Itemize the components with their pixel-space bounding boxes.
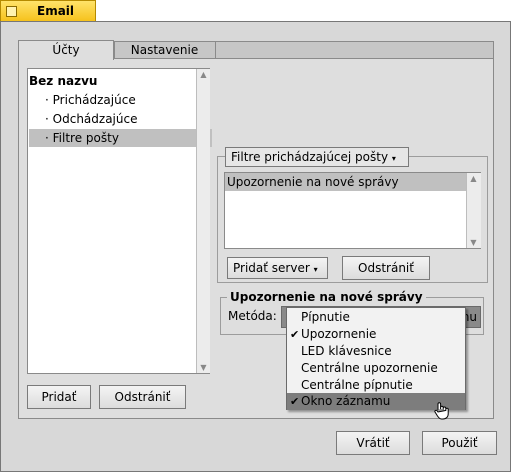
menu-item-label: Centrálne pípnutie xyxy=(301,378,413,392)
account-item[interactable]: Bez nazvu xyxy=(29,72,196,90)
scroll-up-icon[interactable]: ▲ xyxy=(198,70,209,79)
check-icon: ✔ xyxy=(290,328,300,341)
subitem-label: Filtre pošty xyxy=(52,131,119,145)
subitem-label: Odchádzajúce xyxy=(52,112,138,126)
tab-settings[interactable]: Nastavenie xyxy=(114,41,216,59)
chevron-down-icon: ▾ xyxy=(313,265,318,274)
account-subitem-incoming[interactable]: · Prichádzajúce xyxy=(29,91,212,109)
bullet: · xyxy=(45,112,49,126)
menu-item-beep[interactable]: Pípnutie xyxy=(287,309,465,326)
remove-account-button[interactable]: Odstrániť xyxy=(99,385,186,409)
filter-scrollbar[interactable]: ▲ ▼ xyxy=(466,173,481,248)
accounts-scrollbar[interactable]: ▲ ▼ xyxy=(196,69,210,373)
account-subitem-filters[interactable]: · Filtre pošty xyxy=(29,129,212,147)
notify-group-title: Upozornenie na nové správy xyxy=(227,290,426,304)
remove-filter-button[interactable]: Odstrániť xyxy=(342,256,430,280)
method-label: Metóda: xyxy=(228,309,277,323)
add-account-button[interactable]: Pridať xyxy=(27,385,91,409)
menu-item-label: LED klávesnice xyxy=(301,344,392,358)
chevron-down-icon: ▾ xyxy=(391,154,396,163)
menu-item-central-beep[interactable]: Centrálne pípnutie xyxy=(287,377,465,394)
check-icon: ✔ xyxy=(290,395,300,408)
filter-type-label: Filtre prichádzajúcej pošty xyxy=(231,150,389,164)
bullet: · xyxy=(45,93,49,107)
add-server-label: Pridať server xyxy=(233,261,310,275)
tab-accounts[interactable]: Účty xyxy=(18,40,114,60)
menu-item-keyboard-led[interactable]: LED klávesnice xyxy=(287,343,465,360)
scroll-down-icon[interactable]: ▼ xyxy=(198,363,209,372)
menu-item-label: Upozornenie xyxy=(301,327,377,341)
scroll-down-icon[interactable]: ▼ xyxy=(468,238,479,247)
scroll-up-icon[interactable]: ▲ xyxy=(468,174,479,183)
window-close-box[interactable] xyxy=(6,6,17,17)
window-title: Email xyxy=(37,4,75,18)
apply-button[interactable]: Použiť xyxy=(422,431,497,455)
filter-list-item[interactable]: Upozornenie na nové správy xyxy=(225,173,466,191)
menu-item-label: Pípnutie xyxy=(301,310,350,324)
menu-item-alert[interactable]: ✔ Upozornenie xyxy=(287,326,465,343)
account-name: Bez nazvu xyxy=(29,74,98,88)
filter-type-dropdown[interactable]: Filtre prichádzajúcej pošty ▾ xyxy=(225,147,409,167)
menu-item-label: Centrálne upozornenie xyxy=(301,361,438,375)
menu-item-label: Okno záznamu xyxy=(301,394,391,408)
method-menu[interactable]: Pípnutie ✔ Upozornenie LED klávesnice Ce… xyxy=(286,307,466,410)
revert-button[interactable]: Vrátiť xyxy=(336,431,410,455)
window-tab[interactable]: Email xyxy=(0,0,96,21)
accounts-list[interactable]: Bez nazvu · Prichádzajúce · Odchádzajúce… xyxy=(27,68,212,374)
account-subitem-outgoing[interactable]: · Odchádzajúce xyxy=(29,110,212,128)
bullet: · xyxy=(45,131,49,145)
menu-item-central-alert[interactable]: Centrálne upozornenie xyxy=(287,360,465,377)
filter-list[interactable]: Upozornenie na nové správy ▲ ▼ xyxy=(224,172,481,249)
add-server-dropdown[interactable]: Pridať server ▾ xyxy=(227,257,328,279)
subitem-label: Prichádzajúce xyxy=(52,93,136,107)
hand-cursor-icon xyxy=(432,401,452,421)
